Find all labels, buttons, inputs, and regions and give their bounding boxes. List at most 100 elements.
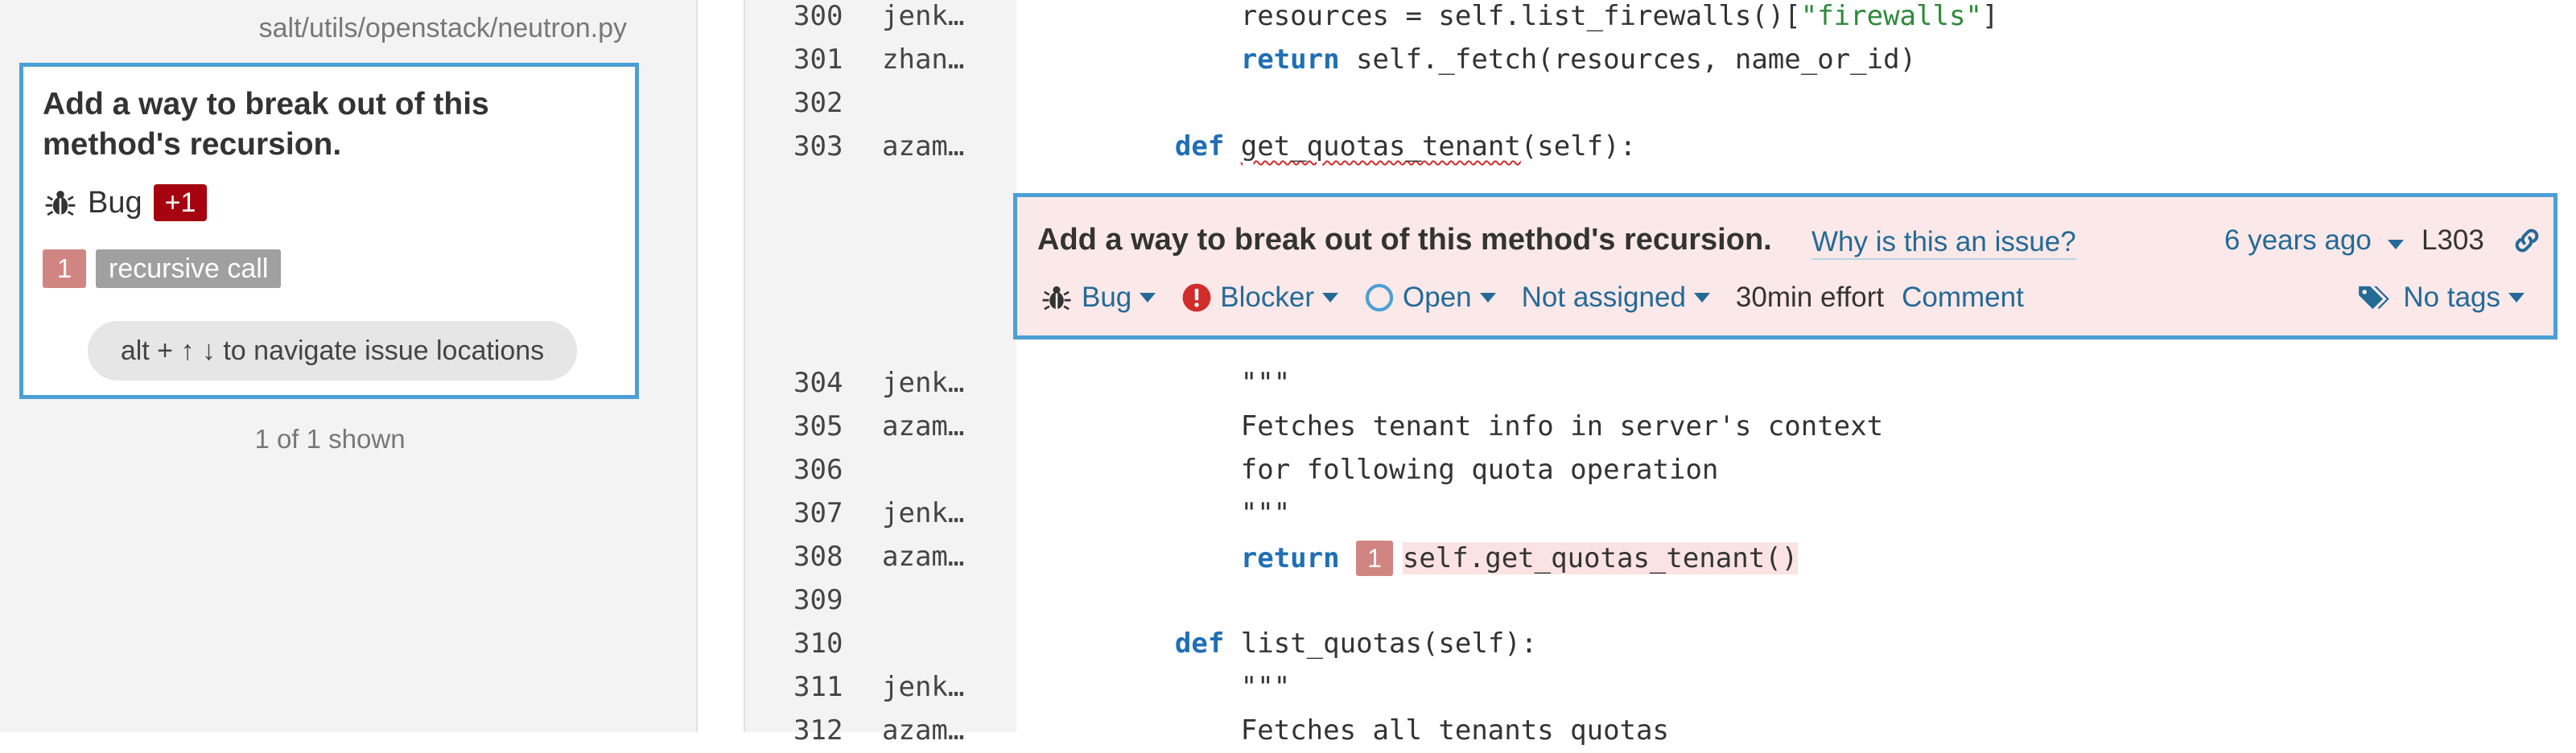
code-token: self.get_quotas_tenant()	[1402, 542, 1799, 574]
blame-author[interactable]: jenk…	[882, 671, 964, 703]
line-number[interactable]: 304	[793, 367, 843, 399]
blame-author[interactable]: azam…	[882, 410, 964, 442]
source-code: Fetches all tenants quotas	[1109, 714, 1669, 747]
code-line: 309	[744, 579, 2576, 623]
why-issue-link[interactable]: Why is this an issue?	[1811, 226, 2076, 260]
blame-author[interactable]: jenk…	[882, 0, 964, 32]
tag-icon	[2359, 286, 2390, 310]
code-line: 305 azam… Fetches tenant info in server's…	[744, 405, 2576, 449]
code-line: 311 jenk… """	[744, 666, 2576, 710]
issue-line-ref: L303	[2421, 224, 2484, 256]
plus-badge: +1	[153, 184, 208, 221]
shown-count: 1 of 1 shown	[254, 424, 406, 454]
blame-author[interactable]: azam…	[882, 541, 964, 573]
code-token: def	[1174, 628, 1225, 660]
issue-type-value: Bug	[1082, 282, 1132, 313]
status-value: Open	[1403, 282, 1472, 313]
assignee-value: Not assigned	[1521, 282, 1686, 313]
caret-down-icon	[2508, 293, 2524, 302]
source-code: """	[1109, 671, 1290, 703]
code-token: Fetches tenant info in server's context	[1109, 410, 1884, 442]
line-number[interactable]: 301	[793, 43, 843, 76]
code-token: list_quotas(self):	[1224, 628, 1538, 660]
code-token: """	[1109, 671, 1291, 703]
comment-link[interactable]: Comment	[1902, 282, 2024, 314]
source-code: resources = self.list_firewalls()["firew…	[1109, 0, 1999, 32]
blame-author[interactable]: jenk…	[882, 497, 964, 529]
blocker-icon	[1182, 283, 1211, 312]
code-token: resources = self.list_firewalls()[	[1109, 0, 1801, 32]
bug-icon	[45, 191, 76, 216]
code-token: self._fetch(resources, name_or_id)	[1339, 43, 1917, 76]
issue-type-dropdown[interactable]: Bug	[1040, 281, 1164, 315]
line-number[interactable]: 308	[793, 541, 843, 573]
line-number[interactable]: 300	[793, 0, 843, 32]
code-line: 303 azam… def get_quotas_tenant(self):	[744, 126, 2576, 169]
code-token: (self):	[1520, 130, 1637, 163]
source-code: for following quota operation	[1109, 454, 1719, 486]
issues-sidebar: salt/utils/openstack/neutron.py Add a wa…	[0, 0, 698, 732]
caret-down-icon	[1140, 293, 1156, 302]
caret-down-icon	[2387, 240, 2404, 249]
source-code: def get_quotas_tenant(self):	[1109, 130, 1636, 163]
line-number[interactable]: 310	[793, 628, 843, 660]
line-number[interactable]: 305	[793, 410, 843, 442]
line-number[interactable]: 306	[793, 454, 843, 486]
status-dropdown[interactable]: Open	[1364, 282, 1504, 314]
bug-icon	[1042, 286, 1071, 311]
code-token: def	[1174, 130, 1225, 163]
assignee-dropdown[interactable]: Not assigned	[1522, 282, 1718, 314]
blame-author[interactable]: zhan…	[882, 43, 964, 76]
code-line: 306 for following quota operation	[744, 449, 2576, 492]
code-token: return	[1240, 43, 1340, 76]
inline-issue-title[interactable]: Add a way to break out of this method's …	[1037, 223, 1772, 257]
tags-dropdown[interactable]: No tags	[2356, 278, 2536, 318]
line-number[interactable]: 309	[793, 584, 843, 616]
issue-card-title: Add a way to break out of this method's …	[43, 87, 489, 162]
source-code: """	[1109, 367, 1290, 399]
code-token: ]	[1981, 0, 1999, 32]
code-token: """	[1109, 367, 1291, 399]
code-line: 310 def list_quotas(self):	[744, 623, 2576, 666]
issue-date-dropdown[interactable]: 6 years ago	[2224, 224, 2404, 257]
issue-card-type: Bug +1	[43, 181, 208, 224]
location-marker[interactable]: 1	[1356, 541, 1393, 576]
issue-card[interactable]: Add a way to break out of this method's …	[19, 63, 639, 399]
permalink-icon[interactable]	[2511, 224, 2543, 257]
issue-attributes: Bug Blocker Open Not assigned 30min effo…	[1040, 278, 2042, 318]
blame-author[interactable]: jenk…	[882, 367, 964, 399]
line-number[interactable]: 303	[793, 130, 843, 163]
line-number[interactable]: 302	[793, 87, 843, 119]
open-status-icon	[1365, 283, 1394, 312]
source-code: """	[1109, 497, 1290, 529]
caret-down-icon	[1322, 293, 1338, 302]
code-line: 302	[744, 82, 2576, 126]
line-number[interactable]: 311	[793, 671, 843, 703]
issue-type-label: Bug	[88, 185, 142, 220]
code-token: for following quota operation	[1109, 454, 1719, 486]
code-token: """	[1109, 497, 1291, 529]
issue-location[interactable]: 1 recursive call	[43, 249, 282, 289]
code-line: 300 jenk… resources = self.list_firewalls…	[744, 0, 2576, 39]
code-token: Fetches all tenants quotas	[1109, 714, 1669, 747]
source-code: return self._fetch(resources, name_or_id…	[1109, 43, 1916, 76]
source-code: def list_quotas(self):	[1109, 628, 1537, 660]
navigation-hint: alt + ↑ ↓ to navigate issue locations	[88, 321, 577, 381]
code-line: 301 zhan… return self._fetch(resources, n…	[744, 39, 2576, 82]
location-message: recursive call	[96, 249, 282, 288]
caret-down-icon	[1479, 293, 1496, 302]
line-number[interactable]: 307	[793, 497, 843, 529]
severity-dropdown[interactable]: Blocker	[1181, 282, 1346, 314]
code-token: "firewalls"	[1800, 0, 1982, 32]
blame-author[interactable]: azam…	[882, 130, 964, 163]
code-token: return	[1240, 542, 1340, 574]
blame-author[interactable]: azam…	[882, 714, 964, 747]
line-number[interactable]: 312	[793, 714, 843, 747]
file-path[interactable]: salt/utils/openstack/neutron.py	[259, 13, 627, 44]
source-code: Fetches tenant info in server's context	[1109, 410, 1883, 442]
